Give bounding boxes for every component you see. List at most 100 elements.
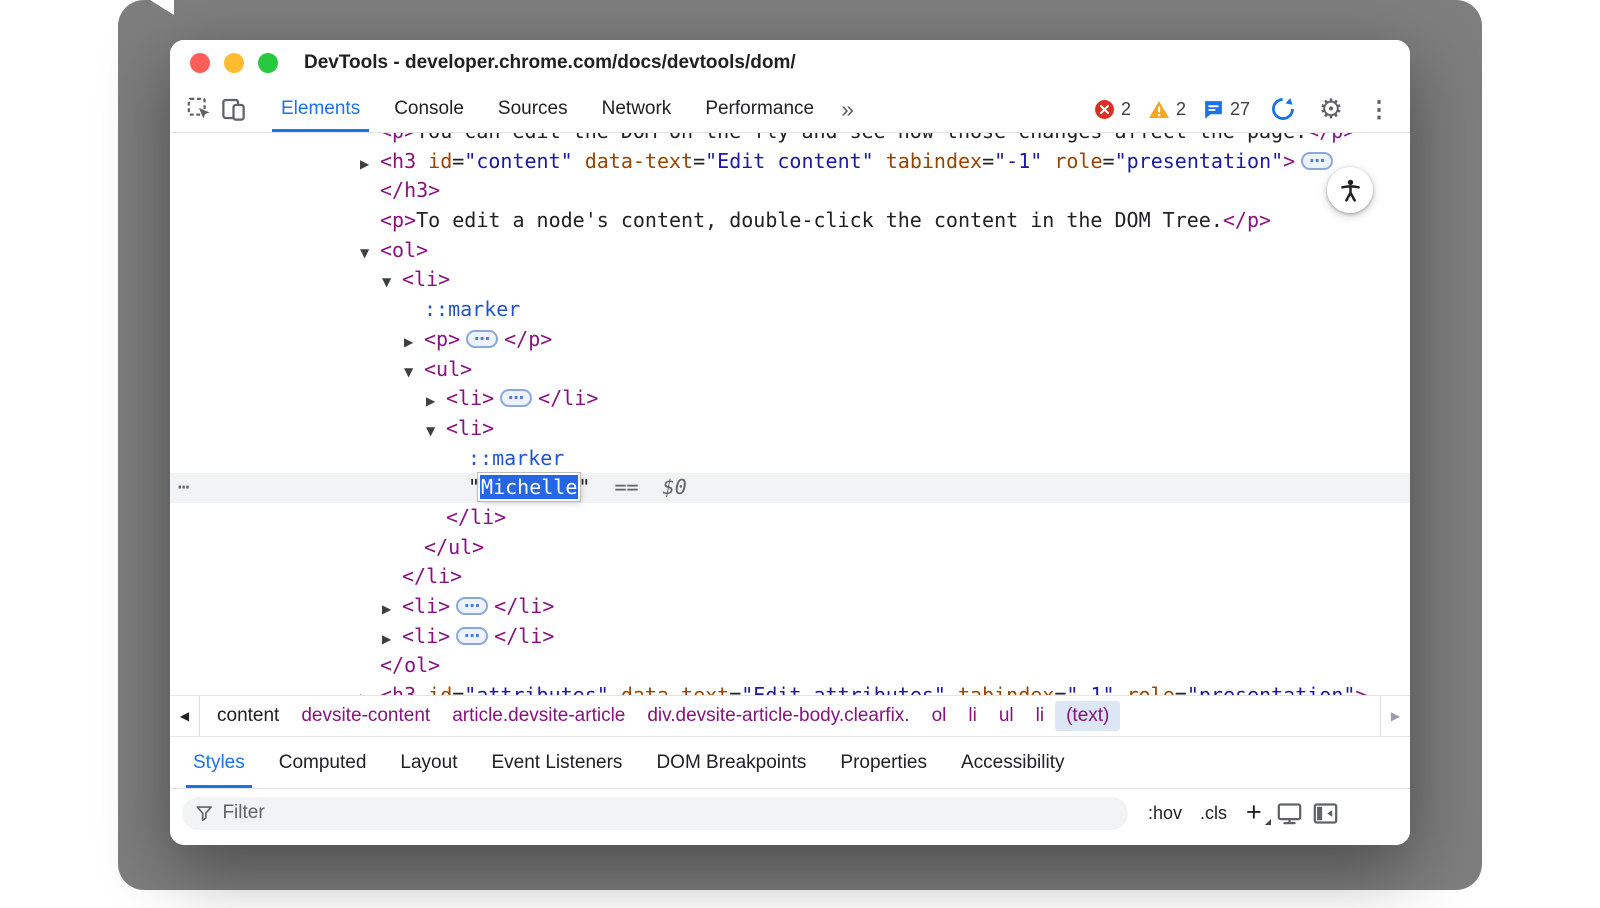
sync-button[interactable] xyxy=(1266,92,1300,126)
dom-tree-row[interactable]: <p>You can edit the DOM on the fly and s… xyxy=(170,133,1410,147)
rendering-emulation-button[interactable] xyxy=(1273,797,1307,829)
breadcrumb-item[interactable]: li xyxy=(957,701,987,731)
breadcrumb-item[interactable]: devsite-content xyxy=(290,701,441,731)
dom-tree-row[interactable]: ▶<h3 id="attributes" data-text="Edit att… xyxy=(170,681,1410,695)
dom-tree-row[interactable]: ::marker xyxy=(170,295,1410,325)
styles-pane-actions: :hov .cls + xyxy=(1140,797,1343,829)
error-badge[interactable]: 2 xyxy=(1094,99,1131,120)
expand-arrow-right-icon[interactable]: ▶ xyxy=(382,625,402,655)
dom-tree-row[interactable]: ▶<p>⋯</p> xyxy=(170,325,1410,355)
expand-arrow-right-icon[interactable]: ▶ xyxy=(360,684,380,695)
breadcrumb-item[interactable]: div.devsite-article-body.clearfix. xyxy=(636,701,920,731)
issues-badge[interactable]: 27 xyxy=(1203,99,1250,120)
breadcrumb-item[interactable]: article.devsite-article xyxy=(441,701,636,731)
token-tag: <h3 xyxy=(380,149,416,173)
toggle-sidebar-button[interactable] xyxy=(1309,797,1343,829)
panel-tab-event-listeners[interactable]: Event Listeners xyxy=(474,737,639,788)
dom-tree-row[interactable]: ▶<li>⋯</li> xyxy=(170,592,1410,622)
panel-tab-layout[interactable]: Layout xyxy=(383,737,474,788)
breadcrumb-item[interactable]: ul xyxy=(988,701,1025,731)
token-attr: data-text xyxy=(609,683,729,695)
token-attr: id xyxy=(416,683,452,695)
dom-tree-row[interactable]: ▼<li> xyxy=(170,414,1410,444)
dom-tree-row[interactable]: </li> xyxy=(170,503,1410,533)
dom-tree-row[interactable]: ::marker xyxy=(170,444,1410,474)
token-eq: = xyxy=(729,683,741,695)
token-eq: = xyxy=(1175,683,1187,695)
expand-arrow-right-icon[interactable]: ▶ xyxy=(360,150,380,180)
row-overflow-menu-icon[interactable]: ⋯ xyxy=(178,473,190,503)
toolbar-tabs: ElementsConsoleSourcesNetworkPerformance xyxy=(264,86,831,132)
minimize-button[interactable] xyxy=(224,53,244,73)
inline-expand-button[interactable]: ⋯ xyxy=(500,389,532,407)
expand-arrow-down-icon[interactable]: ▼ xyxy=(404,358,424,388)
token-tag: </li> xyxy=(402,564,462,588)
token-val: "Edit content" xyxy=(705,149,874,173)
token-tag: <li> xyxy=(446,416,494,440)
dom-tree-row[interactable]: ⋯"Michelle" == $0 xyxy=(170,473,1410,503)
expand-arrow-down-icon[interactable]: ▼ xyxy=(360,239,380,269)
inline-expand-button[interactable]: ⋯ xyxy=(456,627,488,645)
zoom-button[interactable] xyxy=(258,53,278,73)
inline-expand-button[interactable]: ⋯ xyxy=(1301,152,1333,170)
panel-tab-computed[interactable]: Computed xyxy=(262,737,384,788)
inline-text-edit-selection[interactable]: Michelle xyxy=(480,475,578,499)
panel-tab-accessibility[interactable]: Accessibility xyxy=(944,737,1081,788)
expand-arrow-right-icon[interactable]: ▶ xyxy=(382,595,402,625)
device-toolbar-button[interactable] xyxy=(216,92,250,126)
traffic-lights xyxy=(190,53,278,73)
panel-tab-styles[interactable]: Styles xyxy=(176,737,262,788)
tab-elements[interactable]: Elements xyxy=(264,86,377,132)
dom-tree-row[interactable]: </li> xyxy=(170,562,1410,592)
settings-button[interactable]: ⚙ xyxy=(1314,92,1348,126)
expand-arrow-right-icon[interactable]: ▶ xyxy=(426,387,446,417)
window-title: DevTools - developer.chrome.com/docs/dev… xyxy=(304,52,796,74)
tab-performance[interactable]: Performance xyxy=(688,86,831,132)
warning-badge[interactable]: 2 xyxy=(1148,99,1186,120)
panel-tab-dom-breakpoints[interactable]: DOM Breakpoints xyxy=(639,737,823,788)
more-tabs-button[interactable]: » xyxy=(831,96,864,123)
dom-tree-row[interactable]: ▶<li>⋯</li> xyxy=(170,384,1410,414)
filter-field[interactable] xyxy=(182,797,1128,830)
more-options-button[interactable]: ⋮ xyxy=(1362,92,1396,126)
token-tag: </li> xyxy=(538,386,598,410)
panel-tab-properties[interactable]: Properties xyxy=(823,737,944,788)
tab-sources[interactable]: Sources xyxy=(481,86,585,132)
token-tag: <li> xyxy=(402,267,450,291)
expand-arrow-down-icon[interactable]: ▼ xyxy=(382,268,402,298)
element-classes-button[interactable]: .cls xyxy=(1192,799,1235,828)
dom-tree-row[interactable]: ▼<li> xyxy=(170,265,1410,295)
breadcrumb-scroll-right-button[interactable]: ▶ xyxy=(1380,696,1410,736)
error-count: 2 xyxy=(1121,99,1131,120)
expand-arrow-right-icon[interactable]: ▶ xyxy=(404,328,424,358)
token-eq: = xyxy=(452,149,464,173)
dom-tree-row[interactable]: </h3> xyxy=(170,176,1410,206)
tab-console[interactable]: Console xyxy=(377,86,481,132)
warning-count: 2 xyxy=(1176,99,1186,120)
dom-tree-row[interactable]: </ul> xyxy=(170,533,1410,563)
filter-input[interactable] xyxy=(222,802,1115,824)
tab-network[interactable]: Network xyxy=(585,86,689,132)
breadcrumb-scroll-left-button[interactable]: ◀ xyxy=(170,696,200,736)
expand-arrow-down-icon[interactable]: ▼ xyxy=(426,417,446,447)
token-attr: role xyxy=(1115,683,1175,695)
breadcrumb-item[interactable]: ol xyxy=(921,701,958,731)
inline-expand-button[interactable]: ⋯ xyxy=(466,330,498,348)
new-style-rule-button[interactable]: + xyxy=(1237,799,1271,828)
dom-tree-row[interactable]: ▼<ol> xyxy=(170,236,1410,266)
token-dollar: $0 xyxy=(663,475,687,499)
breadcrumb-item[interactable]: li xyxy=(1025,701,1055,731)
token-tag: </li> xyxy=(494,624,554,648)
toggle-element-state-button[interactable]: :hov xyxy=(1140,799,1190,828)
dom-tree-row[interactable]: ▶<li>⋯</li> xyxy=(170,622,1410,652)
dom-tree-row[interactable]: ▶<h3 id="content" data-text="Edit conten… xyxy=(170,147,1410,177)
dom-tree-row[interactable]: </ol> xyxy=(170,651,1410,681)
close-button[interactable] xyxy=(190,53,210,73)
dom-tree-row[interactable]: ▼<ul> xyxy=(170,355,1410,385)
breadcrumb-item[interactable]: content xyxy=(206,701,290,731)
inline-expand-button[interactable]: ⋯ xyxy=(456,597,488,615)
kebab-icon: ⋮ xyxy=(1364,98,1395,121)
inspect-element-button[interactable] xyxy=(182,92,216,126)
dom-tree-row[interactable]: <p>To edit a node's content, double-clic… xyxy=(170,206,1410,236)
breadcrumb-item[interactable]: (text) xyxy=(1055,701,1120,731)
